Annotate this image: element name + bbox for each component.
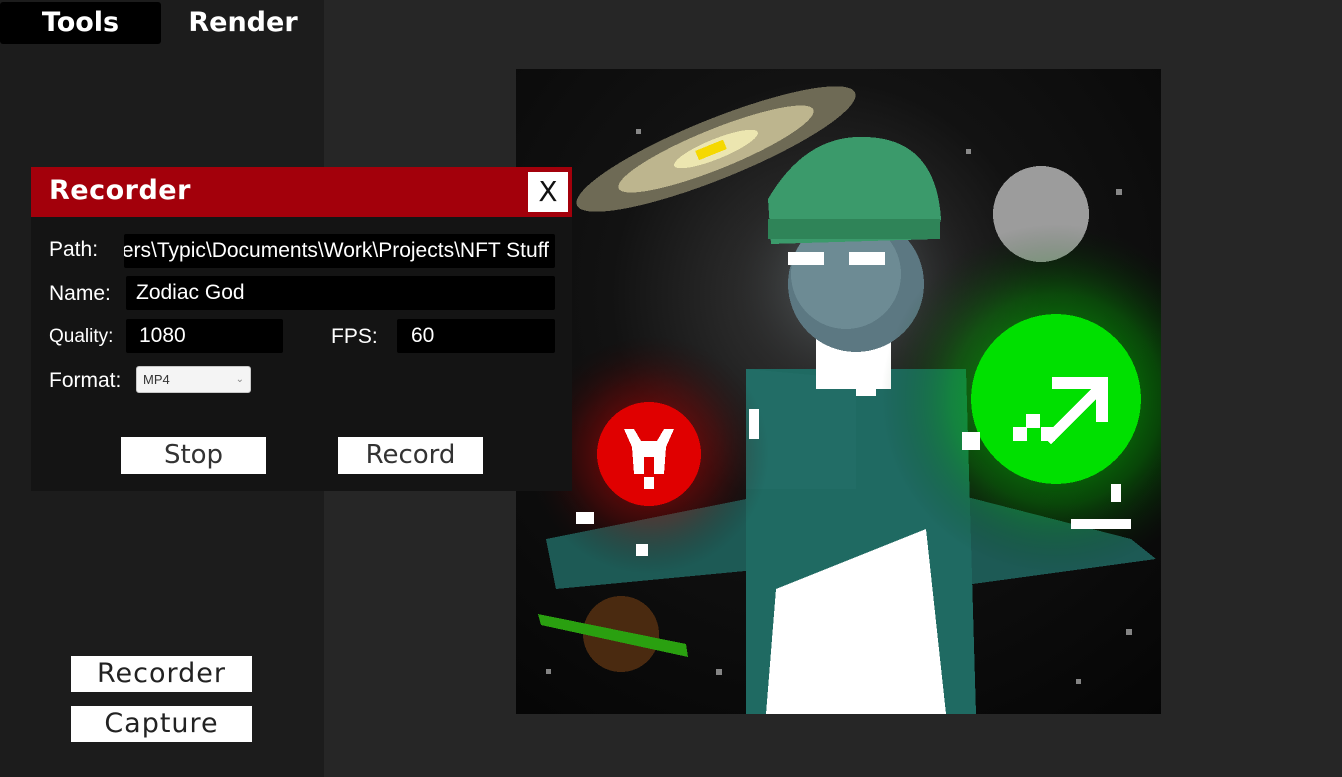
name-label: Name: xyxy=(49,282,111,305)
format-select[interactable]: MP4 ⌄ xyxy=(136,366,251,393)
path-value: C:\Users\Typic\Documents\Work\Projects\N… xyxy=(124,239,549,262)
chevron-down-icon: ⌄ xyxy=(235,374,244,385)
tab-tools[interactable]: Tools xyxy=(0,2,161,44)
format-label: Format: xyxy=(49,369,122,392)
quality-field[interactable]: 1080 xyxy=(126,319,283,353)
aries-orb-icon xyxy=(597,402,701,506)
path-label: Path: xyxy=(49,238,99,261)
name-field[interactable]: Zodiac God xyxy=(126,276,555,310)
recorder-button[interactable]: Recorder xyxy=(71,656,252,692)
capture-button[interactable]: Capture xyxy=(71,706,252,742)
fps-field[interactable]: 60 xyxy=(397,319,555,353)
format-value: MP4 xyxy=(143,372,170,387)
planet-icon xyxy=(538,596,688,672)
recorder-header: Recorder X xyxy=(31,167,572,217)
record-button[interactable]: Record xyxy=(338,437,483,474)
fps-label: FPS: xyxy=(331,325,378,348)
recorder-panel: Recorder X Path: C:\Users\Typic\Document… xyxy=(31,167,572,491)
render-preview xyxy=(516,69,1161,714)
tab-render[interactable]: Render xyxy=(163,2,323,44)
close-button[interactable]: X xyxy=(528,172,568,212)
stop-button[interactable]: Stop xyxy=(121,437,266,474)
path-field[interactable]: C:\Users\Typic\Documents\Work\Projects\N… xyxy=(124,234,555,268)
quality-label: Quality: xyxy=(49,326,114,347)
recorder-title: Recorder xyxy=(49,175,191,206)
sagittarius-orb-icon xyxy=(971,314,1141,484)
